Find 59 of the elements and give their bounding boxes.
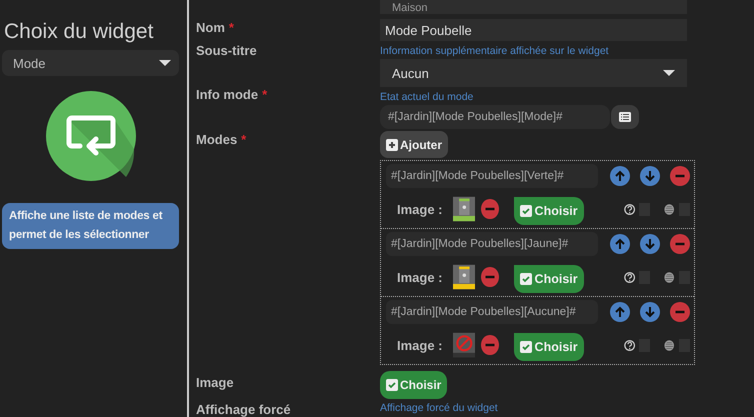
help-icon bbox=[624, 338, 635, 352]
list-icon bbox=[619, 112, 631, 122]
move-down-button[interactable] bbox=[640, 234, 660, 254]
move-up-button[interactable] bbox=[610, 302, 630, 322]
command-field[interactable]: #[Jardin][Mode Poubelles][Mode]# bbox=[380, 105, 610, 129]
checkbox-icon bbox=[386, 379, 398, 391]
panel-title: Choix du widget bbox=[4, 20, 154, 44]
checkbox-icon bbox=[520, 273, 532, 285]
field-hint: Affichage forcé du widget bbox=[380, 402, 499, 416]
command-field[interactable]: #[Jardin][Mode Poubelles][Jaune]# bbox=[386, 232, 598, 256]
help-icon bbox=[624, 270, 635, 284]
choose-image-button[interactable]: Choisir bbox=[514, 333, 584, 361]
field-hint: Etat actuel du mode bbox=[380, 91, 474, 105]
checkbox-icon bbox=[520, 341, 532, 353]
field-label: Image bbox=[196, 374, 235, 392]
choose-image-button[interactable]: Choisir bbox=[514, 265, 584, 293]
move-up-button[interactable] bbox=[610, 166, 630, 186]
widget-description: Affiche une liste de modes et permet de les sélectionner bbox=[2, 203, 179, 249]
remove-mode-button[interactable] bbox=[670, 234, 690, 254]
move-down-button[interactable] bbox=[640, 302, 660, 322]
room-select[interactable]: Maison bbox=[380, 0, 687, 14]
checkbox-icon bbox=[520, 205, 532, 217]
command-field[interactable]: #[Jardin][Mode Poubelles][Aucune]# bbox=[386, 300, 598, 324]
arrow-up-icon bbox=[614, 306, 626, 318]
field-label: Affichage forcé bbox=[196, 402, 292, 417]
remove-image-button[interactable] bbox=[481, 199, 499, 219]
widget-select[interactable]: Mode bbox=[2, 50, 179, 76]
remove-mode-button[interactable] bbox=[670, 302, 690, 322]
remove-image-button[interactable] bbox=[481, 335, 499, 355]
choose-image-button[interactable]: Choisir bbox=[514, 197, 584, 225]
field-hint: Information supplémentaire affichée sur le widget bbox=[380, 45, 610, 59]
arrow-up-icon bbox=[614, 238, 626, 250]
remove-mode-button[interactable] bbox=[670, 166, 690, 186]
widget-mode-icon bbox=[46, 91, 136, 181]
move-down-button[interactable] bbox=[640, 166, 660, 186]
image-label: Image : bbox=[397, 270, 443, 284]
list-button[interactable] bbox=[611, 105, 639, 129]
help-icon bbox=[624, 202, 635, 216]
arrow-down-icon bbox=[644, 238, 656, 250]
trash-bin-thumbnail bbox=[452, 195, 476, 223]
field-label: Nom * bbox=[196, 19, 235, 37]
arrow-up-icon bbox=[614, 170, 626, 182]
field-label: Modes * bbox=[196, 132, 248, 149]
choose-image-button[interactable]: Choisir bbox=[380, 371, 448, 399]
plus-icon bbox=[386, 138, 398, 150]
command-field[interactable]: #[Jardin][Mode Poubelles][Verte]# bbox=[386, 164, 598, 188]
field-label: Info mode * bbox=[196, 87, 268, 104]
name-field[interactable]: Mode Poubelle bbox=[380, 19, 687, 41]
add-mode-button[interactable]: Ajouter bbox=[380, 131, 448, 158]
field-label: Sous-titre bbox=[196, 43, 258, 60]
arrow-down-icon bbox=[644, 170, 656, 182]
move-up-button[interactable] bbox=[610, 234, 630, 254]
arrow-down-icon bbox=[644, 306, 656, 318]
subtitle-select[interactable]: Aucun bbox=[380, 59, 687, 87]
image-label: Image : bbox=[397, 202, 443, 216]
trash-bin-thumbnail bbox=[452, 263, 476, 291]
remove-image-button[interactable] bbox=[481, 267, 499, 287]
image-label: Image : bbox=[397, 338, 443, 352]
no-entry-thumbnail bbox=[452, 331, 476, 359]
